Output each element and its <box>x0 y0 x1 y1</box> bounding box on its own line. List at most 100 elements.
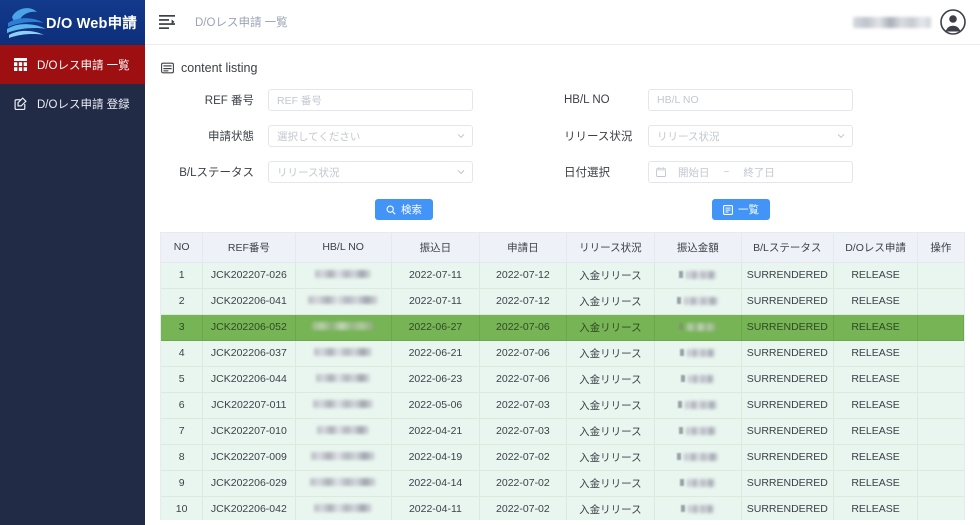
cell-apply-date: 2022-07-06 <box>479 366 567 393</box>
topbar-user-area[interactable] <box>853 9 966 35</box>
hbl-no-input[interactable]: HB/L NO <box>648 89 853 111</box>
cell-no: 5 <box>161 366 204 393</box>
list-button[interactable]: 一覧 <box>712 199 770 220</box>
cell-no: 10 <box>161 496 204 520</box>
table-row[interactable]: 10 JCK202206-042 2022-04-11 2022-07-02 入金リリー… <box>161 496 964 520</box>
sidebar-item-label: D/Oレス申請 一覧 <box>37 59 130 72</box>
redacted-value <box>688 504 715 513</box>
cell-bl-status: SURRENDERED <box>741 496 834 520</box>
cell-do-request: RELEASE <box>833 288 919 315</box>
table-row[interactable]: 8 JCK202207-009 2022-04-19 2022-07-02 入金リリース… <box>161 444 964 471</box>
redacted-value <box>308 296 379 304</box>
cell-apply-date: 2022-07-02 <box>479 444 567 471</box>
cell-hbl-no <box>295 444 392 471</box>
cell-transfer-date: 2022-04-14 <box>391 470 481 497</box>
cell-release-status: 入金リリース <box>566 366 655 393</box>
content-panel: content listing REF 番号 REF 番号 HB/L NO HB… <box>145 45 980 525</box>
table-row[interactable]: 1 JCK202207-026 2022-07-11 2022-07-12 入金リリース… <box>161 262 964 289</box>
redacted-currency-mark <box>679 323 684 330</box>
redacted-currency-mark <box>680 479 685 486</box>
cell-do-request: RELEASE <box>833 496 919 520</box>
cell-apply-date: 2022-07-03 <box>479 418 567 445</box>
user-avatar-icon[interactable] <box>940 9 966 35</box>
cell-ref-number: JCK202206-029 <box>202 470 296 497</box>
panel-title-text: content listing <box>181 61 258 75</box>
cell-bl-status: SURRENDERED <box>741 366 834 393</box>
cell-apply-date: 2022-07-12 <box>479 262 567 289</box>
table-row[interactable]: 3 JCK202206-052 2022-06-27 2022-07-06 入金リリース… <box>161 313 964 341</box>
cell-no: 1 <box>161 262 204 289</box>
cell-amount <box>654 340 742 367</box>
cell-ref-number: JCK202207-010 <box>202 418 296 445</box>
cell-hbl-no <box>295 470 392 497</box>
release-status-select[interactable]: リリース状況 <box>648 125 853 147</box>
cell-ref-number: JCK202206-044 <box>202 366 296 393</box>
table-row[interactable]: 9 JCK202206-029 2022-04-14 2022-07-02 入金リリース… <box>161 470 964 497</box>
app-root: D/O Web申請 D/Oレス申請 一覧 D/Oレス申請 登録 D/Oレス申請 … <box>0 0 980 525</box>
user-name-label <box>853 16 931 28</box>
cell-no: 7 <box>161 418 204 445</box>
topbar: D/Oレス申請 一覧 <box>145 0 980 45</box>
cell-do-request: RELEASE <box>833 444 919 471</box>
cell-amount <box>654 496 742 520</box>
cell-do-request: RELEASE <box>833 392 919 419</box>
cell-bl-status: SURRENDERED <box>741 340 834 367</box>
cell-ref-number: JCK202206-042 <box>202 496 296 520</box>
hbl-no-label: HB/L NO <box>564 94 610 106</box>
ref-number-input[interactable]: REF 番号 <box>268 89 473 111</box>
table-row[interactable]: 6 JCK202207-011 2022-05-06 2022-07-03 入金リリース… <box>161 392 964 419</box>
cell-transfer-date: 2022-04-21 <box>391 418 481 445</box>
table-column-header: 振込金額 <box>654 233 742 263</box>
table-column-header: HB/L NO <box>295 233 392 263</box>
cell-bl-status: SURRENDERED <box>741 418 834 445</box>
cell-amount <box>654 392 742 419</box>
cell-amount <box>654 262 742 289</box>
cell-action <box>917 366 964 393</box>
menu-fold-icon[interactable] <box>159 13 177 31</box>
cell-release-status: 入金リリース <box>566 288 655 315</box>
cell-bl-status: SURRENDERED <box>741 313 834 341</box>
date-range-picker[interactable]: 開始日 ~ 終了日 <box>648 161 853 183</box>
table-row[interactable]: 2 JCK202206-041 2022-07-11 2022-07-12 入金リリース… <box>161 288 964 315</box>
cell-release-status: 入金リリース <box>566 340 655 367</box>
redacted-currency-mark <box>677 453 682 460</box>
chevron-down-icon <box>457 132 465 140</box>
cell-no: 6 <box>161 392 204 419</box>
cell-no: 4 <box>161 340 204 367</box>
table-column-header: D/Oレス申請 <box>833 233 919 263</box>
redacted-value <box>310 478 377 486</box>
table-row[interactable]: 5 JCK202206-044 2022-06-23 2022-07-06 入金リリース… <box>161 366 964 393</box>
cell-apply-date: 2022-07-02 <box>479 470 567 497</box>
redacted-value <box>311 452 376 460</box>
ref-number-placeholder: REF 番号 <box>277 94 322 107</box>
cell-amount <box>654 418 742 445</box>
sidebar-item-listing[interactable]: D/Oレス申請 一覧 <box>0 45 145 84</box>
cell-bl-status: SURRENDERED <box>741 262 834 289</box>
cell-ref-number: JCK202206-052 <box>202 313 296 341</box>
cell-no: 8 <box>161 444 204 471</box>
sidebar-item-register[interactable]: D/Oレス申請 登録 <box>0 84 145 123</box>
table-column-header: 申請日 <box>479 233 567 263</box>
table-row[interactable]: 4 JCK202206-037 2022-06-21 2022-07-06 入金リリース… <box>161 340 964 367</box>
redacted-currency-mark <box>678 401 683 408</box>
bl-status-value: リリース状況 <box>277 166 340 179</box>
date-end-placeholder: 終了日 <box>743 166 775 179</box>
cell-apply-date: 2022-07-06 <box>479 340 567 367</box>
table-row[interactable]: 7 JCK202207-010 2022-04-21 2022-07-03 入金リリース… <box>161 418 964 445</box>
redacted-currency-mark <box>681 505 686 512</box>
search-button-label: 検索 <box>401 204 422 216</box>
application-status-select[interactable]: 選択してください <box>268 125 473 147</box>
cell-action <box>917 496 964 520</box>
chevron-down-icon <box>457 168 465 176</box>
cell-ref-number: JCK202206-037 <box>202 340 296 367</box>
cell-bl-status: SURRENDERED <box>741 392 834 419</box>
search-button[interactable]: 検索 <box>375 199 433 220</box>
bl-status-select[interactable]: リリース状況 <box>268 161 473 183</box>
table-footer-space <box>160 520 965 525</box>
cell-action <box>917 288 964 315</box>
cell-hbl-no <box>295 340 392 367</box>
redacted-value <box>315 270 372 278</box>
cell-bl-status: SURRENDERED <box>741 470 834 497</box>
cell-no: 3 <box>161 313 204 341</box>
cell-hbl-no <box>295 288 392 315</box>
